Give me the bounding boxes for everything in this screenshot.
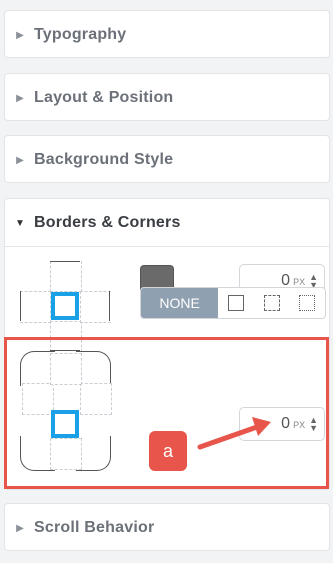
annotation-arrow-icon: [197, 417, 271, 450]
annotation-badge: a: [149, 431, 187, 471]
